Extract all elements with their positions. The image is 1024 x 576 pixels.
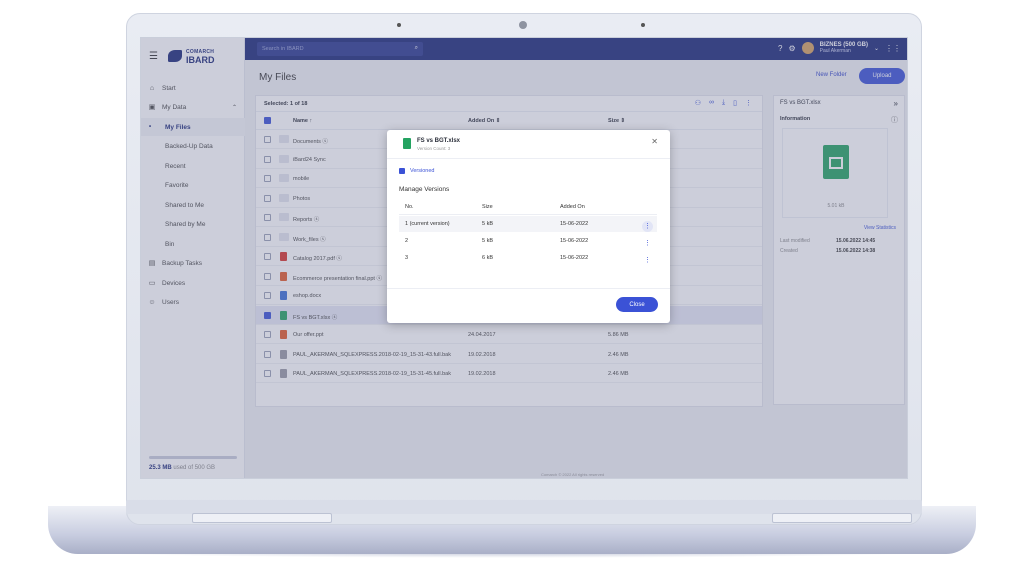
manage-versions-heading: Manage Versions	[399, 186, 450, 193]
modal-title: FS vs BGT.xlsx	[417, 138, 461, 144]
camera	[519, 21, 527, 29]
more-icon[interactable]: ⋮	[642, 221, 653, 232]
hinge-left	[192, 513, 332, 523]
laptop-deck	[126, 500, 922, 514]
version-row: 1 (current version) 5 kB 15-06-2022 ⋮	[399, 216, 657, 232]
col-size: Size	[482, 204, 493, 210]
versioned-label: Versioned	[410, 168, 435, 174]
close-icon[interactable]: ✕	[651, 137, 658, 146]
version-row: 2 5 kB 15-06-2022 ⋮	[405, 238, 653, 249]
spreadsheet-icon	[403, 138, 411, 149]
close-button[interactable]: Close	[616, 297, 658, 312]
col-no: No.	[405, 204, 414, 210]
col-added-on: Added On	[560, 204, 585, 210]
versions-modal: FS vs BGT.xlsx Version Count: 3 ✕ Versio…	[387, 130, 670, 323]
version-row: 3 6 kB 15-06-2022 ⋮	[405, 255, 653, 266]
app-screen: ☰ COMARCH IBARD ⌂ Start ▣ My Data ⌃ • My Fil…	[140, 37, 908, 479]
sensor-dot	[397, 23, 401, 27]
more-icon[interactable]: ⋮	[642, 238, 653, 249]
more-icon[interactable]: ⋮	[642, 255, 653, 266]
version-count: Version Count: 3	[417, 146, 451, 151]
versioned-checkbox[interactable]	[399, 168, 405, 174]
sensor-dot	[641, 23, 645, 27]
hinge-right	[772, 513, 912, 523]
